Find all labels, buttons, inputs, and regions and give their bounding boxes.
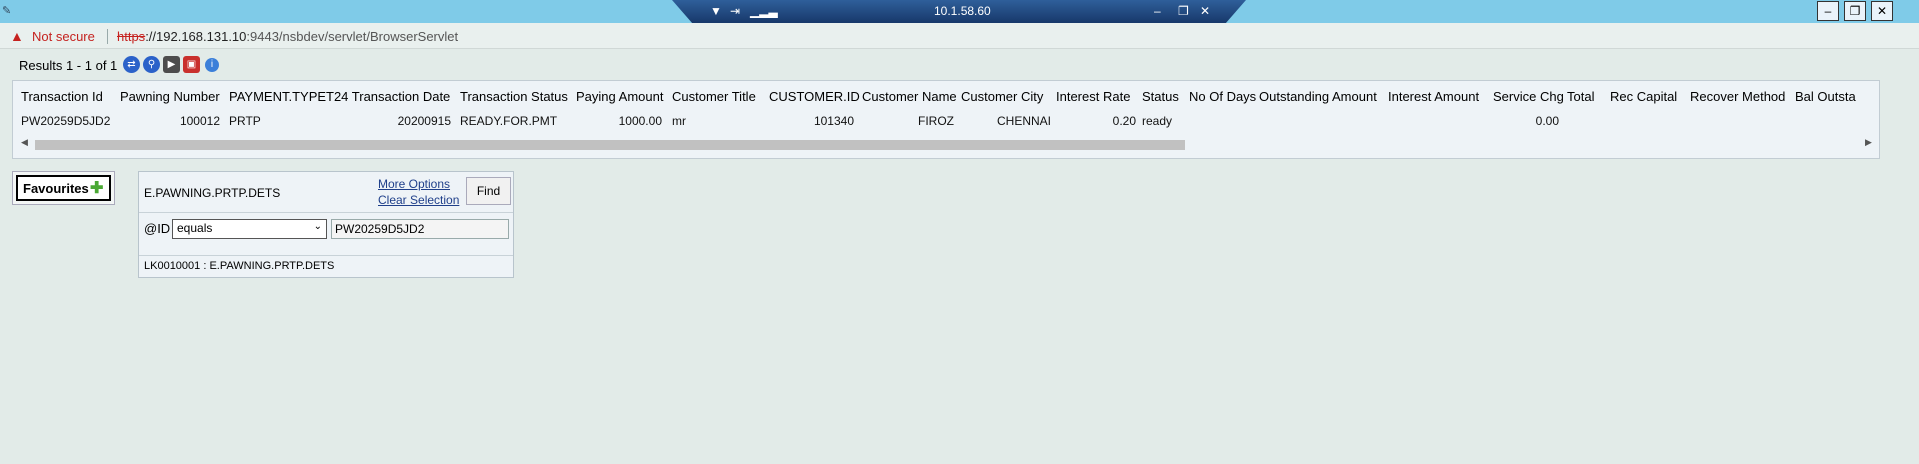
- table-cell: 100012: [179, 114, 220, 128]
- column-header[interactable]: Bal Outsta: [1795, 89, 1856, 104]
- table-cell: 0.00: [1535, 114, 1559, 128]
- table-cell: 1000.00: [618, 114, 662, 128]
- signal-icon: ▁▂▃: [750, 4, 778, 18]
- table-cell: READY.FOR.PMT: [460, 114, 558, 128]
- url-text[interactable]: https://192.168.131.10:9443/nsbdev/servl…: [117, 29, 458, 44]
- column-header[interactable]: Rec Capital: [1610, 89, 1677, 104]
- scroll-right-icon[interactable]: ▶: [1865, 137, 1872, 148]
- chevron-down-icon: ⌄: [313, 221, 322, 232]
- table-cell: mr: [672, 114, 686, 128]
- enquiry-footer: LK0010001 : E.PAWNING.PRTP.DETS: [144, 260, 335, 272]
- table-cell: CHENNAI: [996, 114, 1051, 128]
- divider: [107, 29, 108, 44]
- column-header[interactable]: Customer City: [961, 89, 1043, 104]
- results-table: Transaction Id PW20259D5JD2 Pawning Number…: [12, 80, 1880, 159]
- column-header[interactable]: Customer Name: [862, 89, 957, 104]
- column-header[interactable]: Interest Rate: [1056, 89, 1130, 104]
- column-header[interactable]: Outstanding Amount: [1259, 89, 1377, 104]
- column-header[interactable]: Transaction Status: [460, 89, 568, 104]
- restore-icon[interactable]: ❐: [1178, 3, 1189, 19]
- search-icon[interactable]: ⚲: [143, 56, 160, 73]
- column-header[interactable]: Status: [1142, 89, 1179, 104]
- pin-icon[interactable]: ⇥: [730, 3, 740, 19]
- toolbox-icon[interactable]: ▣: [183, 56, 200, 73]
- operand-value: equals: [177, 221, 213, 235]
- column-header[interactable]: Pawning Number: [120, 89, 220, 104]
- url-path: :9443/nsbdev/servlet/BrowserServlet: [246, 29, 459, 44]
- table-cell: 101340: [813, 114, 854, 128]
- clear-selection-link[interactable]: Clear Selection: [378, 193, 459, 207]
- table-cell: 0.20: [1112, 114, 1136, 128]
- enquiry-selection-panel: E.PAWNING.PRTP.DETS More Options Clear S…: [138, 171, 514, 278]
- column-header[interactable]: Service Chg: [1493, 89, 1564, 104]
- close-icon[interactable]: ✕: [1200, 3, 1210, 19]
- divider: [139, 255, 513, 256]
- column-header[interactable]: Interest Amount: [1388, 89, 1479, 104]
- app-menu-icon[interactable]: ✎: [2, 4, 16, 18]
- table-cell: FIROZ: [918, 114, 954, 128]
- window-minimize-button[interactable]: –: [1817, 1, 1839, 21]
- column-header[interactable]: No Of Days: [1189, 89, 1256, 104]
- id-value-input[interactable]: PW20259D5JD2: [331, 219, 509, 239]
- window-restore-button[interactable]: ❐: [1844, 1, 1866, 21]
- column-header[interactable]: T24 Transaction Date: [326, 89, 450, 104]
- find-button[interactable]: Find: [466, 177, 511, 205]
- add-favourite-icon[interactable]: ✚: [90, 181, 106, 197]
- scrollbar-thumb[interactable]: [35, 140, 1185, 150]
- table-cell: PW20259D5JD2: [21, 114, 111, 128]
- results-summary: Results 1 - 1 of 1: [19, 58, 118, 73]
- url-scheme: https: [117, 29, 146, 44]
- play-icon[interactable]: ▶: [163, 56, 180, 73]
- more-options-link[interactable]: More Options: [378, 177, 450, 191]
- remote-session-strip: ✎ ▼ ⇥ ▁▂▃ 10.1.58.60 – ❐ ✕ – ❐ ✕: [0, 0, 1919, 23]
- table-cell: PRTP: [229, 114, 261, 128]
- column-header[interactable]: Recover Method: [1690, 89, 1785, 104]
- column-header[interactable]: Customer Title: [672, 89, 756, 104]
- favourites-button[interactable]: Favourites ✚: [16, 175, 111, 201]
- divider: [139, 212, 513, 213]
- table-cell: ready: [1142, 114, 1173, 128]
- column-header[interactable]: Total: [1567, 89, 1594, 104]
- refresh-icon[interactable]: ⇄: [123, 56, 140, 73]
- info-icon[interactable]: i: [205, 58, 219, 72]
- connection-bar: ▼ ⇥ ▁▂▃ 10.1.58.60 – ❐ ✕: [672, 0, 1246, 23]
- scroll-left-icon[interactable]: ◀: [21, 137, 28, 148]
- horizontal-scrollbar[interactable]: ◀ ▶: [21, 137, 1872, 151]
- url-host: ://192.168.131.10: [145, 29, 247, 44]
- enquiry-name: E.PAWNING.PRTP.DETS: [144, 186, 281, 200]
- security-label[interactable]: Not secure: [32, 29, 95, 44]
- dropdown-icon[interactable]: ▼: [710, 3, 722, 19]
- column-header[interactable]: CUSTOMER.ID: [769, 89, 860, 104]
- table-cell: 20200915: [397, 114, 451, 128]
- column-header[interactable]: Transaction Id: [21, 89, 103, 104]
- field-label: @ID: [144, 221, 171, 236]
- operand-select[interactable]: equals ⌄: [172, 219, 327, 239]
- window-close-button[interactable]: ✕: [1871, 1, 1893, 21]
- warning-icon[interactable]: ▲: [10, 28, 24, 44]
- favourites-label: Favourites: [23, 181, 89, 196]
- address-bar[interactable]: ▲ Not secure https://192.168.131.10:9443…: [0, 23, 1919, 49]
- connection-host: 10.1.58.60: [934, 4, 991, 18]
- column-header[interactable]: PAYMENT.TYPE: [229, 89, 326, 104]
- favourites-panel: Favourites ✚: [12, 171, 115, 205]
- column-header[interactable]: Paying Amount: [576, 89, 663, 104]
- minimize-icon[interactable]: –: [1154, 3, 1161, 19]
